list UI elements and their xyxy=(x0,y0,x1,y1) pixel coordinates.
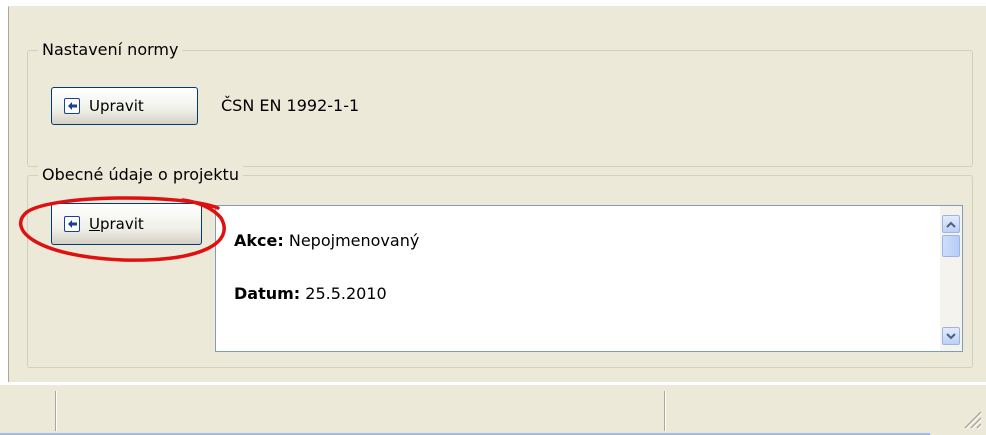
resize-grip-icon[interactable] xyxy=(961,408,983,430)
field-value-date: 25.5.2010 xyxy=(305,284,387,303)
status-separator xyxy=(55,391,57,431)
project-edit-button[interactable]: Upravit xyxy=(51,203,202,245)
application-window: Nastavení normy Upravit ČSN EN 1992-1-1 … xyxy=(0,0,986,435)
enter-arrow-icon xyxy=(64,216,80,232)
field-value-action: Nepojmenovaný xyxy=(288,231,420,250)
vertical-scrollbar[interactable] xyxy=(940,206,962,351)
project-field-action: Akce: Nepojmenovaný xyxy=(234,231,419,250)
norm-edit-button-label: Upravit xyxy=(89,97,144,115)
scrollbar-thumb[interactable] xyxy=(942,235,960,257)
norm-value: ČSN EN 1992-1-1 xyxy=(221,96,360,115)
button-label-rest: pravit xyxy=(99,215,144,233)
mnemonic-letter: U xyxy=(89,215,100,233)
norm-settings-title: Nastavení normy xyxy=(38,40,183,59)
project-info-textbox[interactable]: Akce: Nepojmenovaný Datum: 25.5.2010 xyxy=(215,205,963,352)
norm-edit-button[interactable]: Upravit xyxy=(51,87,198,125)
project-info-title: Obecné údaje o projektu xyxy=(38,165,243,184)
status-bar xyxy=(0,384,986,435)
field-label-date: Datum: xyxy=(234,284,301,303)
project-field-date: Datum: 25.5.2010 xyxy=(234,284,387,303)
chevron-down-icon[interactable] xyxy=(942,327,960,345)
field-label-action: Akce: xyxy=(234,231,284,250)
status-separator xyxy=(664,391,666,431)
enter-arrow-icon xyxy=(64,98,80,114)
project-edit-button-label: Upravit xyxy=(89,215,144,233)
chevron-up-icon[interactable] xyxy=(942,215,960,233)
